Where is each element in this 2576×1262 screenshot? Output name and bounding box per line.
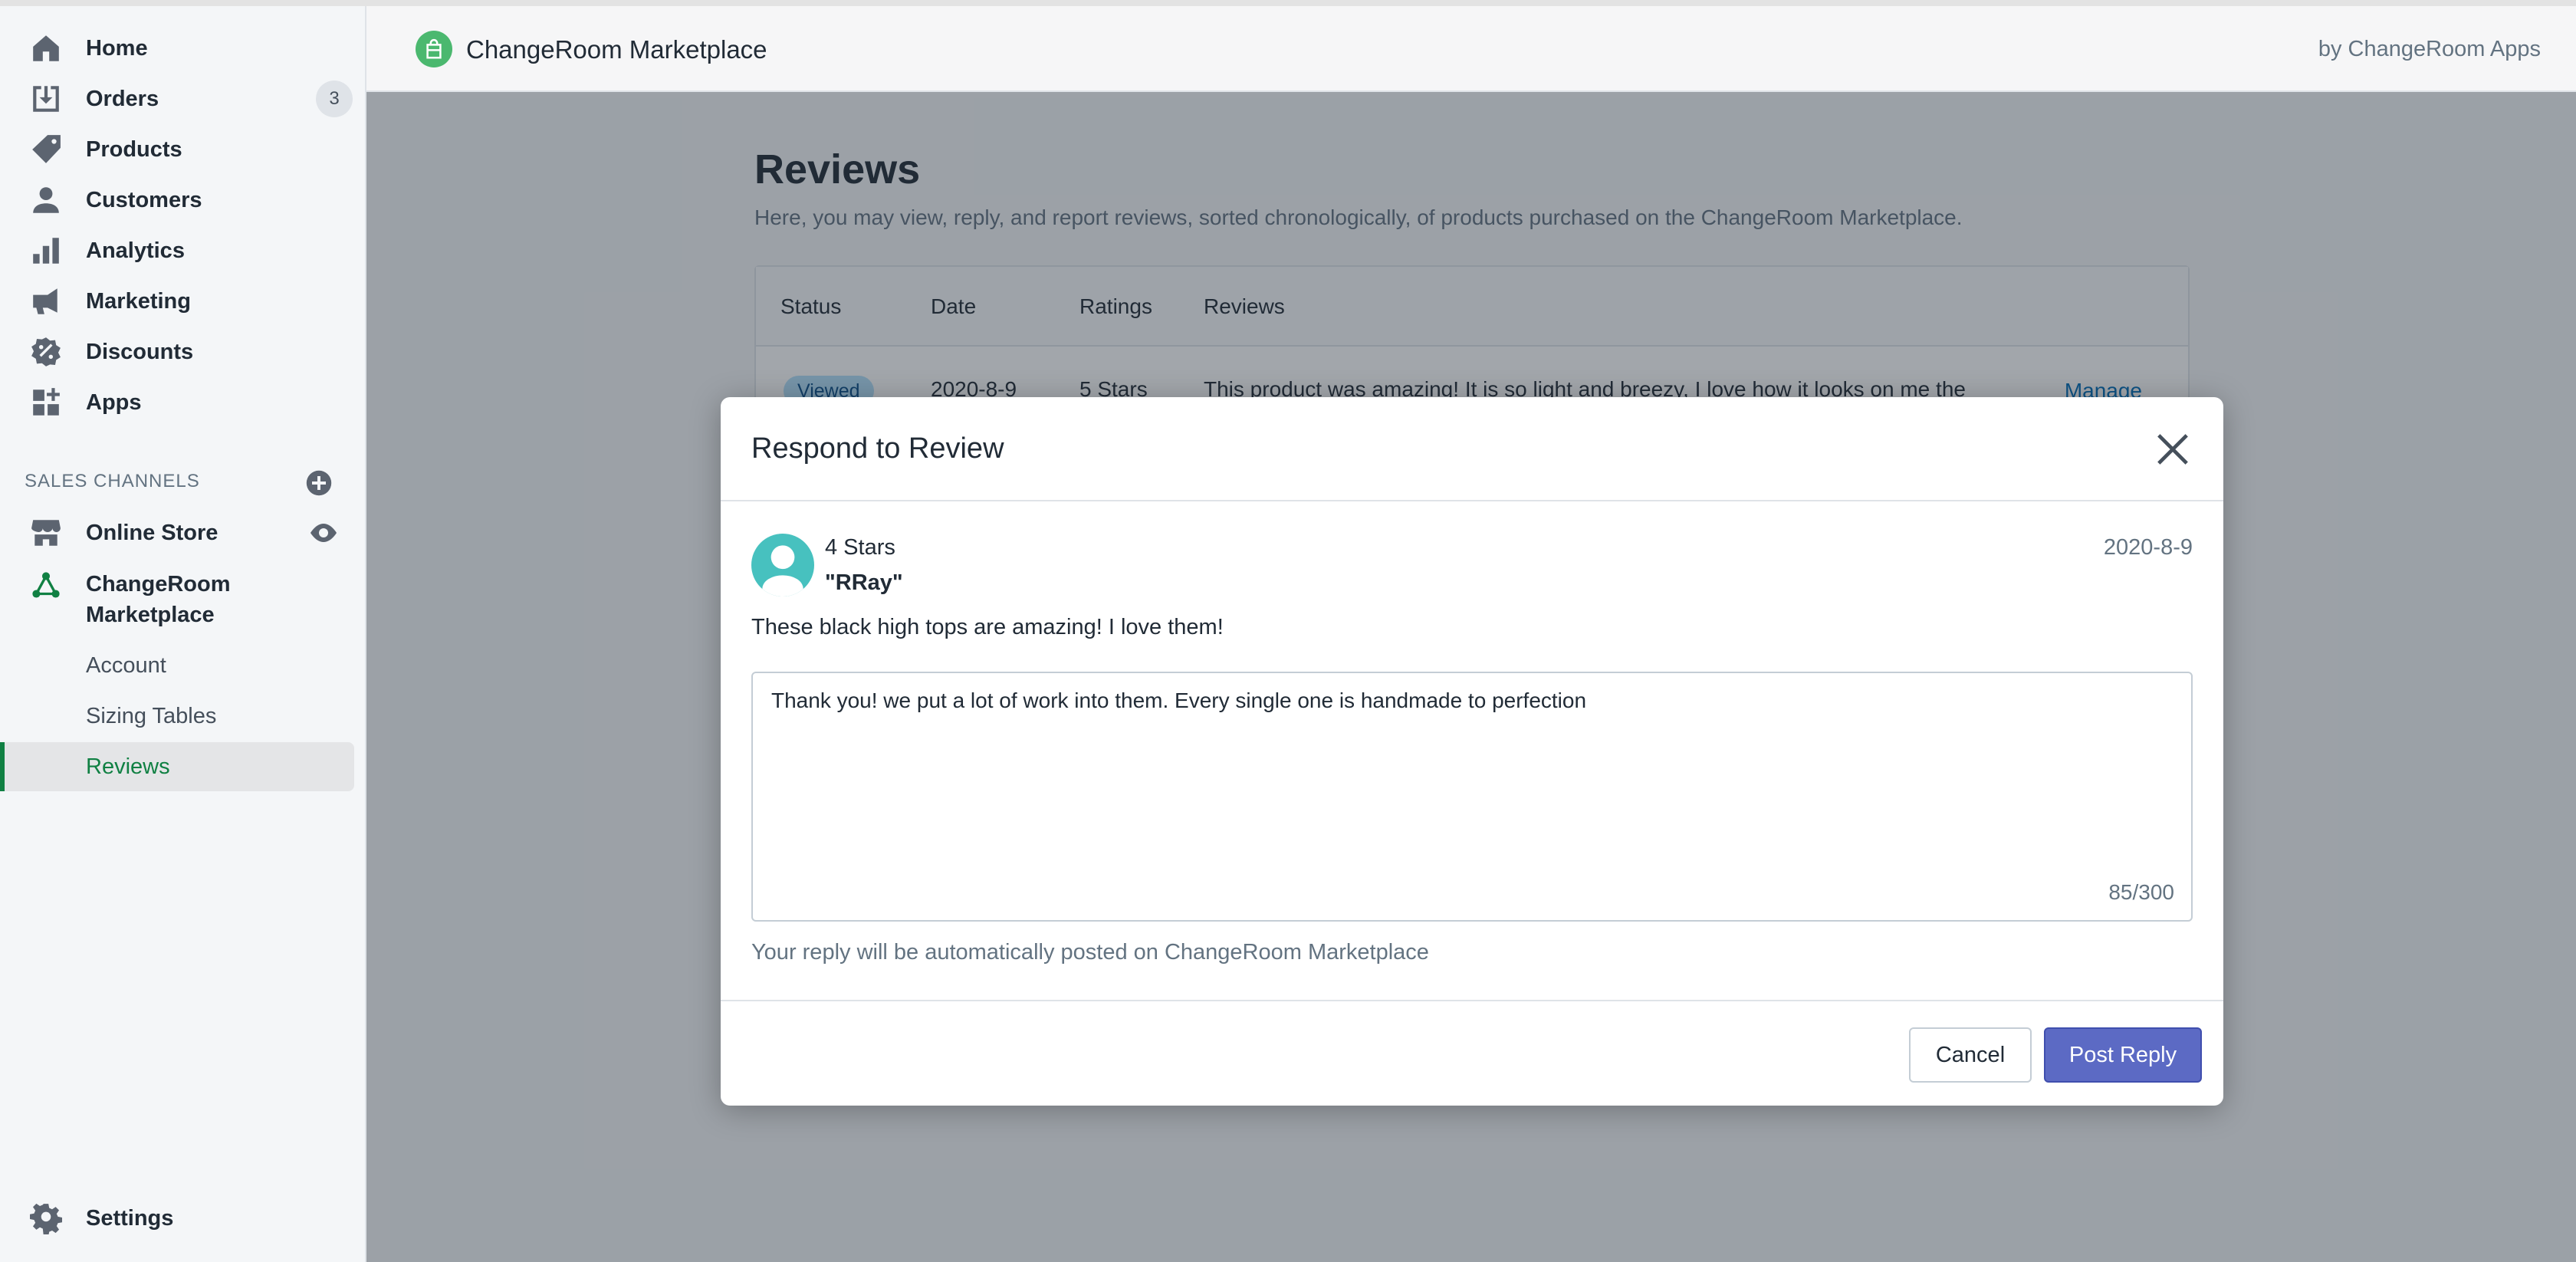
home-icon [28,30,64,67]
add-sales-channel-icon[interactable] [305,469,333,497]
reply-help-text: Your reply will be automatically posted … [751,940,1429,965]
sidebar-item-label: Apps [86,389,142,415]
sidebar-subitem-sizing-tables[interactable]: Sizing Tables [0,692,354,741]
megaphone-icon [28,283,64,320]
orders-icon [28,81,64,117]
sidebar-item-apps[interactable]: Apps [0,377,366,428]
sidebar-subitem-label: Account [86,652,166,678]
character-count: 85/300 [2108,880,2174,904]
sales-channels-heading: SALES CHANNELS [25,471,200,491]
gear-icon [28,1200,64,1237]
bar-chart-icon [28,232,64,269]
cancel-button[interactable]: Cancel [1909,1027,2032,1083]
eye-icon[interactable] [308,518,339,548]
post-reply-button[interactable]: Post Reply [2044,1027,2202,1083]
sidebar-item-label: Home [86,35,148,61]
reply-field[interactable]: Thank you! we put a lot of work into the… [751,672,2193,922]
close-icon[interactable] [2153,429,2193,469]
sidebar: Home Orders 3 Products Customers Analyti… [0,0,366,1262]
sidebar-item-orders[interactable]: Orders 3 [0,74,366,124]
shopping-bag-icon [416,31,452,67]
nodes-icon [28,567,64,604]
sidebar-item-changeroom-marketplace[interactable]: ChangeRoom Marketplace [0,567,366,632]
apps-icon [28,384,64,421]
sidebar-item-label: Online Store [86,520,219,545]
app-header: ChangeRoom Marketplace by ChangeRoom App… [366,6,2576,92]
app-developer: by ChangeRoom Apps [2318,37,2541,61]
top-border [0,0,2576,6]
sidebar-subitem-account[interactable]: Account [0,641,354,690]
review-text: These black high tops are amazing! I lov… [751,615,1224,639]
sidebar-subitem-label: Sizing Tables [86,703,217,728]
review-date: 2020-8-9 [2103,535,2193,560]
store-icon [28,514,64,551]
sidebar-item-discounts[interactable]: Discounts [0,327,366,377]
sidebar-item-products[interactable]: Products [0,124,366,175]
sidebar-item-label: Analytics [86,238,185,263]
sidebar-subitem-label: Reviews [86,754,170,779]
orders-count-badge: 3 [316,81,353,117]
person-icon [28,182,64,219]
app-title: ChangeRoom Marketplace [466,35,767,64]
reviewer-name: "RRay" [825,570,903,595]
avatar [751,534,814,596]
sidebar-item-settings[interactable]: Settings [0,1193,366,1244]
reply-input[interactable]: Thank you! we put a lot of work into the… [771,687,2167,863]
sidebar-item-online-store[interactable]: Online Store [0,508,366,558]
sidebar-item-label: Settings [86,1205,174,1231]
sidebar-item-label: Customers [86,187,202,212]
sidebar-item-label: Products [86,136,182,162]
modal-footer: Cancel Post Reply [721,1000,2223,1106]
sidebar-subitem-reviews[interactable]: Reviews [0,742,354,791]
tag-icon [28,131,64,168]
active-indicator [0,742,5,791]
sidebar-item-label: Discounts [86,339,194,364]
sidebar-item-label: Marketing [86,288,191,314]
modal-header: Respond to Review [721,397,2223,501]
sidebar-item-marketing[interactable]: Marketing [0,276,366,327]
sidebar-item-analytics[interactable]: Analytics [0,225,366,276]
sidebar-item-home[interactable]: Home [0,23,366,74]
review-rating: 4 Stars [825,535,895,560]
sidebar-item-customers[interactable]: Customers [0,175,366,225]
discount-icon [28,334,64,370]
sidebar-item-label: Orders [86,86,159,111]
sidebar-item-label: ChangeRoom Marketplace [86,572,231,627]
modal-title: Respond to Review [751,432,1004,465]
respond-to-review-modal: Respond to Review 4 Stars "RRay" 2020-8-… [721,397,2223,1106]
